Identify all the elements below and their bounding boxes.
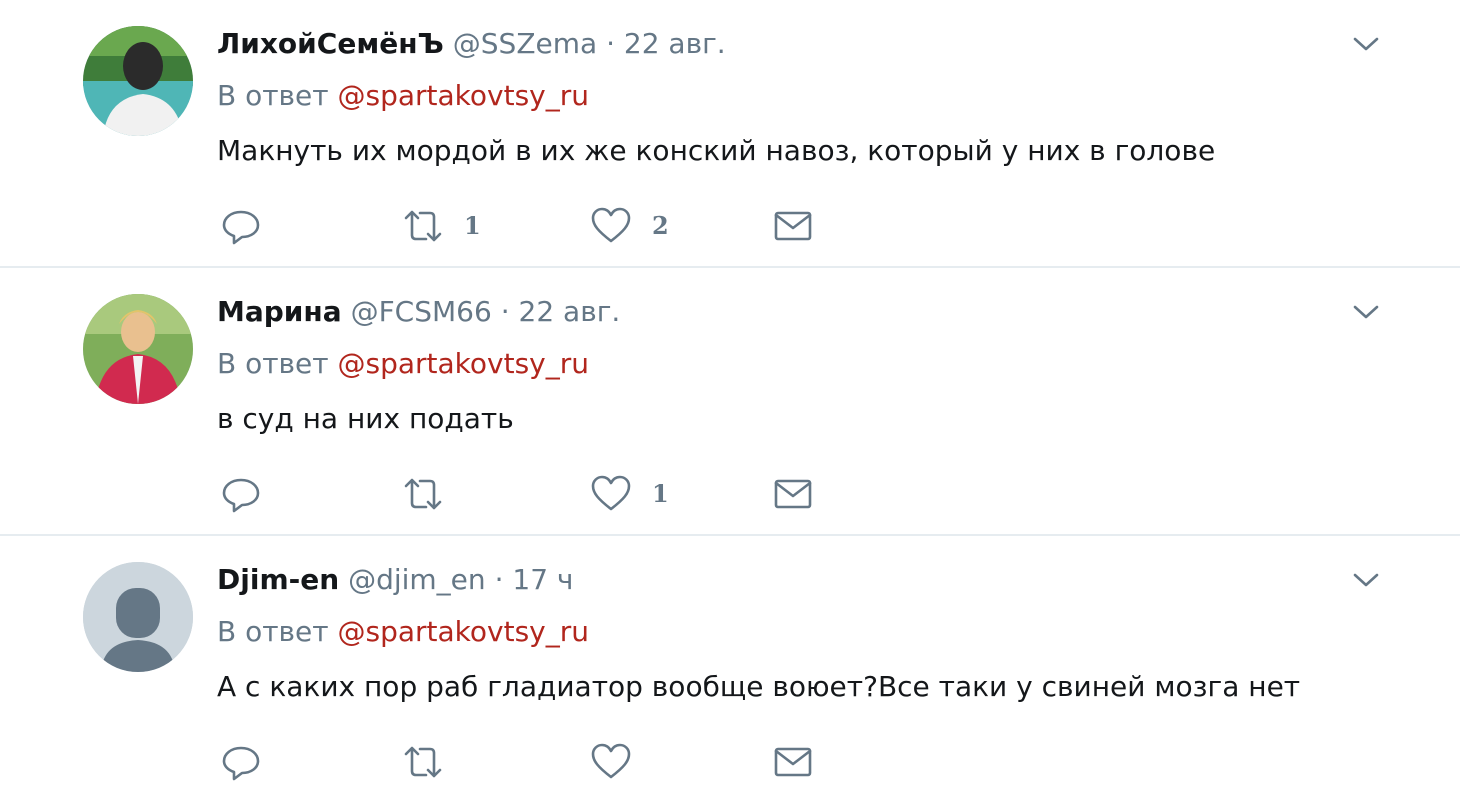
reply-context: В ответ @spartakovtsy_ru: [217, 614, 589, 650]
tweet-actions: [220, 738, 840, 786]
avatar[interactable]: [83, 294, 193, 404]
chevron-down-icon[interactable]: [1350, 568, 1382, 592]
separator: ·: [494, 563, 504, 596]
retweet-icon: [404, 746, 442, 778]
author-handle[interactable]: @djim_en: [348, 563, 486, 596]
chevron-down-icon[interactable]: [1350, 300, 1382, 324]
avatar[interactable]: [83, 562, 193, 672]
author-handle[interactable]: @FCSM66: [351, 295, 492, 328]
like-count: 2: [652, 211, 669, 240]
avatar[interactable]: [83, 26, 193, 136]
reply-icon: [222, 746, 260, 781]
heart-icon: [591, 743, 631, 779]
retweet-icon: [404, 210, 442, 242]
like-button[interactable]: 1: [590, 470, 669, 518]
tweet[interactable]: ЛихойСемёнЪ @SSZema · 22 авг. В ответ @s…: [0, 0, 1460, 268]
tweet-text: в суд на них подать: [217, 402, 514, 435]
reply-icon: [222, 210, 260, 245]
tweet-header: Марина @FCSM66 · 22 авг.: [217, 294, 620, 330]
separator: ·: [606, 27, 615, 60]
chevron-down-icon[interactable]: [1350, 32, 1382, 56]
separator: ·: [500, 295, 510, 328]
reply-prefix: В ответ: [217, 79, 329, 112]
mention-link[interactable]: @spartakovtsy_ru: [338, 79, 589, 112]
tweet-text: А с каких пор раб гладиатор вообще воюет…: [217, 670, 1301, 703]
tweet-header: ЛихойСемёнЪ @SSZema · 22 авг.: [217, 26, 726, 62]
like-button[interactable]: [590, 738, 652, 786]
reply-context: В ответ @spartakovtsy_ru: [217, 78, 589, 114]
retweet-button[interactable]: [402, 738, 464, 786]
tweet[interactable]: Djim-en @djim_en · 17 ч В ответ @spartak…: [0, 536, 1460, 804]
reply-prefix: В ответ: [217, 347, 329, 380]
like-button[interactable]: 2: [590, 202, 669, 250]
author-name[interactable]: Djim-en: [217, 563, 339, 596]
retweet-icon: [404, 478, 442, 510]
author-handle[interactable]: @SSZema: [453, 27, 597, 60]
reply-button[interactable]: [220, 738, 262, 786]
direct-message-button[interactable]: [772, 202, 814, 250]
envelope-icon: [774, 479, 812, 509]
like-count: 1: [652, 479, 669, 508]
avatar-photo: [83, 294, 193, 404]
tweet-text: Макнуть их мордой в их же конский навоз,…: [217, 134, 1216, 167]
retweet-button[interactable]: [402, 470, 464, 518]
default-avatar-icon: [83, 562, 193, 672]
heart-icon: [591, 207, 631, 243]
direct-message-button[interactable]: [772, 738, 814, 786]
mention-link[interactable]: @spartakovtsy_ru: [338, 347, 589, 380]
tweet-actions: 1: [220, 470, 840, 518]
author-name[interactable]: Марина: [217, 295, 342, 328]
timestamp[interactable]: 17 ч: [512, 563, 573, 596]
timestamp[interactable]: 22 авг.: [624, 27, 726, 60]
direct-message-button[interactable]: [772, 470, 814, 518]
reply-button[interactable]: [220, 202, 262, 250]
retweet-button[interactable]: 1: [402, 202, 481, 250]
author-name[interactable]: ЛихойСемёнЪ: [217, 27, 444, 60]
reply-icon: [222, 478, 260, 513]
tweet-header: Djim-en @djim_en · 17 ч: [217, 562, 573, 598]
timestamp[interactable]: 22 авг.: [519, 295, 621, 328]
reply-prefix: В ответ: [217, 615, 329, 648]
retweet-count: 1: [464, 211, 481, 240]
mention-link[interactable]: @spartakovtsy_ru: [338, 615, 589, 648]
envelope-icon: [774, 747, 812, 777]
reply-context: В ответ @spartakovtsy_ru: [217, 346, 589, 382]
reply-button[interactable]: [220, 470, 262, 518]
tweet-actions: 1 2: [220, 202, 840, 250]
avatar-photo: [83, 26, 193, 136]
tweet[interactable]: Марина @FCSM66 · 22 авг. В ответ @sparta…: [0, 268, 1460, 536]
envelope-icon: [774, 211, 812, 241]
heart-icon: [591, 475, 631, 511]
